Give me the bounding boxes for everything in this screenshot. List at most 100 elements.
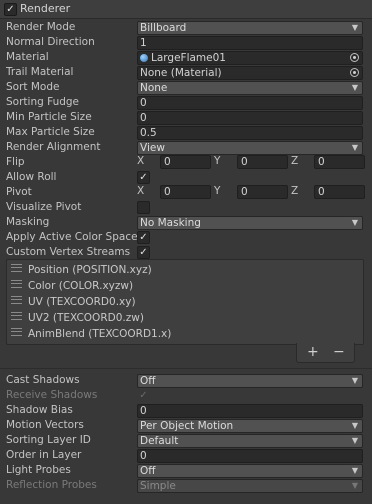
pivot-x-field[interactable]: 0 (160, 185, 211, 199)
trail-material-label: Trail Material (6, 66, 74, 78)
list-item[interactable]: Position (POSITION.xyz) (11, 263, 152, 278)
flip-x-field[interactable]: 0 (160, 155, 211, 169)
order-in-layer-label: Order in Layer (6, 449, 82, 461)
pivot-z-field[interactable]: 0 (314, 185, 365, 199)
order-in-layer-field[interactable]: 0 (137, 449, 363, 463)
drag-handle-icon[interactable] (11, 312, 22, 320)
light-probes-dropdown[interactable]: Off ▼ (137, 464, 363, 478)
drag-handle-icon[interactable] (11, 296, 22, 304)
cast-shadows-value: Off (140, 375, 156, 387)
dropdown-arrow-icon: ▼ (351, 376, 358, 385)
flip-z-label: Z (291, 155, 299, 167)
normal-direction-label: Normal Direction (6, 36, 95, 48)
pivot-z-label: Z (291, 185, 299, 197)
receive-shadows-label: Receive Shadows (6, 389, 98, 401)
add-stream-button[interactable]: + (307, 344, 319, 360)
object-picker-icon[interactable] (350, 53, 359, 62)
list-item[interactable]: UV (TEXCOORD0.xy) (11, 295, 136, 310)
motion-vectors-label: Motion Vectors (6, 419, 84, 431)
list-item[interactable]: AnimBlend (TEXCOORD1.x) (11, 327, 171, 342)
dropdown-arrow-icon: ▼ (351, 218, 358, 227)
pivot-y-label: Y (214, 185, 221, 197)
sort-mode-dropdown[interactable]: None ▼ (137, 81, 363, 95)
material-value: LargeFlame01 (151, 52, 226, 64)
dropdown-arrow-icon: ▼ (351, 481, 358, 490)
masking-label: Masking (6, 216, 50, 228)
reflection-probes-label: Reflection Probes (6, 479, 97, 491)
sorting-layer-id-dropdown[interactable]: Default ▼ (137, 434, 363, 448)
trail-material-value: None (Material) (140, 67, 222, 79)
stream-label: Color (COLOR.xyzw) (28, 280, 134, 292)
dropdown-arrow-icon: ▼ (351, 83, 358, 92)
material-field[interactable]: LargeFlame01 (137, 51, 363, 65)
flip-y-field[interactable]: 0 (237, 155, 288, 169)
allow-roll-label: Allow Roll (6, 171, 57, 183)
flip-x-label: X (137, 155, 145, 167)
flip-z-field[interactable]: 0 (314, 155, 365, 169)
masking-value: No Masking (140, 217, 201, 229)
min-particle-size-field[interactable]: 0 (137, 111, 363, 125)
shadow-bias-field[interactable]: 0 (137, 404, 363, 418)
pivot-x-label: X (137, 185, 145, 197)
material-sphere-icon (140, 54, 148, 62)
dropdown-arrow-icon: ▼ (351, 143, 358, 152)
list-item[interactable]: UV2 (TEXCOORD0.zw) (11, 311, 144, 326)
masking-dropdown[interactable]: No Masking ▼ (137, 216, 363, 230)
drag-handle-icon[interactable] (11, 328, 22, 336)
pivot-y-field[interactable]: 0 (237, 185, 288, 199)
render-alignment-value: View (140, 142, 165, 154)
renderer-enable-checkbox[interactable]: ✓ (4, 3, 17, 16)
max-particle-size-label: Max Particle Size (6, 126, 95, 138)
material-label: Material (6, 51, 49, 63)
dropdown-arrow-icon: ▼ (351, 23, 358, 32)
list-item[interactable]: Color (COLOR.xyzw) (11, 279, 133, 294)
apply-active-color-space-label: Apply Active Color Space (6, 231, 138, 243)
normal-direction-field[interactable]: 1 (137, 36, 363, 50)
sorting-fudge-label: Sorting Fudge (6, 96, 80, 108)
renderer-header[interactable]: ✓ Renderer (0, 0, 372, 19)
object-picker-icon[interactable] (350, 68, 359, 77)
light-probes-label: Light Probes (6, 464, 71, 476)
reflection-probes-value: Simple (140, 480, 176, 492)
flip-y-label: Y (214, 155, 221, 167)
pivot-label: Pivot (6, 186, 32, 198)
visualize-pivot-label: Visualize Pivot (6, 201, 82, 213)
trail-material-field[interactable]: None (Material) (137, 66, 363, 80)
renderer-title: Renderer (20, 2, 71, 15)
min-particle-size-label: Min Particle Size (6, 111, 92, 123)
max-particle-size-field[interactable]: 0.5 (137, 126, 363, 140)
render-mode-label: Render Mode (6, 21, 76, 33)
allow-roll-checkbox[interactable]: ✓ (137, 171, 150, 184)
dropdown-arrow-icon: ▼ (351, 421, 358, 430)
stream-label: UV2 (TEXCOORD0.zw) (28, 312, 144, 324)
render-alignment-label: Render Alignment (6, 141, 101, 153)
render-mode-dropdown[interactable]: Billboard ▼ (137, 21, 363, 35)
render-mode-value: Billboard (140, 22, 187, 34)
sorting-layer-id-value: Default (140, 435, 179, 447)
drag-handle-icon[interactable] (11, 280, 22, 288)
dropdown-arrow-icon: ▼ (351, 466, 358, 475)
vertex-streams-list: Position (POSITION.xyz) Color (COLOR.xyz… (6, 259, 364, 345)
sorting-fudge-field[interactable]: 0 (137, 96, 363, 110)
custom-vertex-streams-checkbox[interactable]: ✓ (137, 246, 150, 259)
flip-label: Flip (6, 156, 25, 168)
render-alignment-dropdown[interactable]: View ▼ (137, 141, 363, 155)
apply-active-color-space-checkbox[interactable]: ✓ (137, 231, 150, 244)
visualize-pivot-checkbox[interactable] (137, 201, 150, 214)
sort-mode-label: Sort Mode (6, 81, 60, 93)
list-footer: + − (296, 343, 355, 363)
cast-shadows-dropdown[interactable]: Off ▼ (137, 374, 363, 388)
motion-vectors-value: Per Object Motion (140, 420, 234, 432)
remove-stream-button[interactable]: − (333, 344, 345, 360)
receive-shadows-checkbox: ✓ (139, 390, 148, 401)
reflection-probes-dropdown: Simple ▼ (137, 479, 363, 493)
cast-shadows-label: Cast Shadows (6, 374, 80, 386)
motion-vectors-dropdown[interactable]: Per Object Motion ▼ (137, 419, 363, 433)
section-divider (0, 368, 372, 369)
sorting-layer-id-label: Sorting Layer ID (6, 434, 91, 446)
stream-label: AnimBlend (TEXCOORD1.x) (28, 328, 172, 340)
drag-handle-icon[interactable] (11, 264, 22, 272)
light-probes-value: Off (140, 465, 156, 477)
shadow-bias-label: Shadow Bias (6, 404, 73, 416)
dropdown-arrow-icon: ▼ (351, 436, 358, 445)
